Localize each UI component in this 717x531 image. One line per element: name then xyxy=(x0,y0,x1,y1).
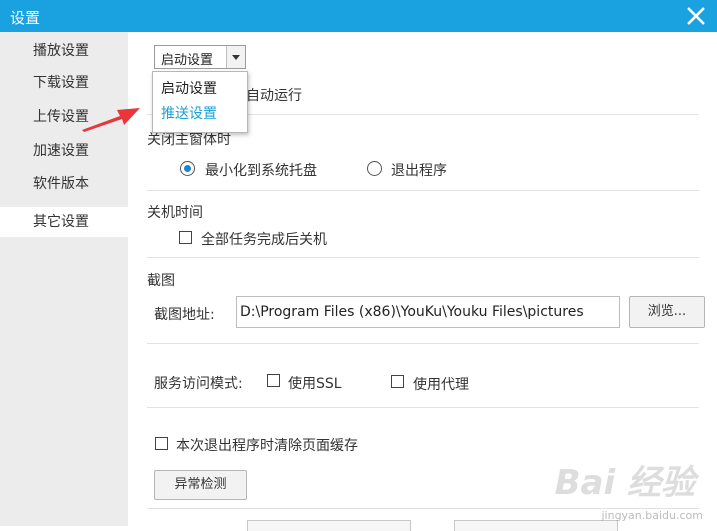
close-icon[interactable] xyxy=(685,5,707,27)
diagnostic-button[interactable]: 异常检测 xyxy=(154,470,247,500)
sidebar-item-label: 加速设置 xyxy=(33,143,89,159)
ssl-checkbox[interactable] xyxy=(267,374,280,387)
section-select[interactable]: 启动设置 xyxy=(154,45,246,69)
radio-minimize-label: 最小化到系统托盘 xyxy=(205,163,317,179)
divider xyxy=(147,407,699,408)
dropdown-option-startup[interactable]: 启动设置 xyxy=(161,78,217,98)
clear-cache-checkbox[interactable] xyxy=(155,437,168,450)
divider xyxy=(147,343,699,344)
sidebar-item-label: 软件版本 xyxy=(33,176,89,192)
section-dropdown: 启动设置 推送设置 xyxy=(152,71,248,133)
sidebar-item-acceleration[interactable]: 加速设置 xyxy=(0,136,128,166)
clear-cache-label: 本次退出程序时清除页面缓存 xyxy=(176,438,358,454)
ssl-checkbox-label: 使用SSL xyxy=(288,376,342,392)
dropdown-option-push[interactable]: 推送设置 xyxy=(161,103,217,123)
settings-panel: 启动设置 启动设置 推送设置 自动运行 关闭主窗体时 最小化到系统托盘 退出程序… xyxy=(129,32,717,531)
sidebar-item-download[interactable]: 下载设置 xyxy=(0,68,128,98)
screenshot-path-input[interactable] xyxy=(236,296,620,328)
browse-button[interactable]: 浏览... xyxy=(629,296,705,328)
radio-exit-label: 退出程序 xyxy=(391,163,447,179)
screenshot-title: 截图 xyxy=(147,273,175,289)
window-title: 设置 xyxy=(10,9,41,27)
divider xyxy=(147,257,699,258)
sidebar-item-other[interactable]: 其它设置 xyxy=(0,207,128,237)
sidebar-item-label: 播放设置 xyxy=(33,43,89,59)
sidebar-item-label: 下载设置 xyxy=(33,75,89,91)
service-mode-label: 服务访问模式: xyxy=(154,376,243,392)
watermark-logo: Bai 经验 xyxy=(554,463,695,503)
watermark-url: jingyan.baidu.com xyxy=(601,509,703,522)
shutdown-checkbox[interactable] xyxy=(179,231,192,244)
sidebar-item-label: 其它设置 xyxy=(33,214,89,230)
title-bar: 设置 xyxy=(0,0,717,32)
shutdown-title: 关机时间 xyxy=(147,205,203,221)
radio-exit-program[interactable] xyxy=(367,161,382,176)
proxy-checkbox[interactable] xyxy=(391,375,404,388)
screenshot-address-label: 截图地址: xyxy=(154,307,215,323)
pointer-arrow-icon xyxy=(82,108,140,132)
proxy-checkbox-label: 使用代理 xyxy=(413,377,469,393)
divider xyxy=(147,190,699,191)
chevron-down-icon[interactable] xyxy=(226,46,245,68)
autorun-label: 自动运行 xyxy=(246,88,302,104)
shutdown-checkbox-label: 全部任务完成后关机 xyxy=(201,232,327,248)
radio-minimize-to-tray[interactable] xyxy=(180,161,195,176)
sidebar-item-version[interactable]: 软件版本 xyxy=(0,169,128,199)
sidebar-item-playback[interactable]: 播放设置 xyxy=(0,36,128,66)
section-select-value: 启动设置 xyxy=(161,53,214,68)
